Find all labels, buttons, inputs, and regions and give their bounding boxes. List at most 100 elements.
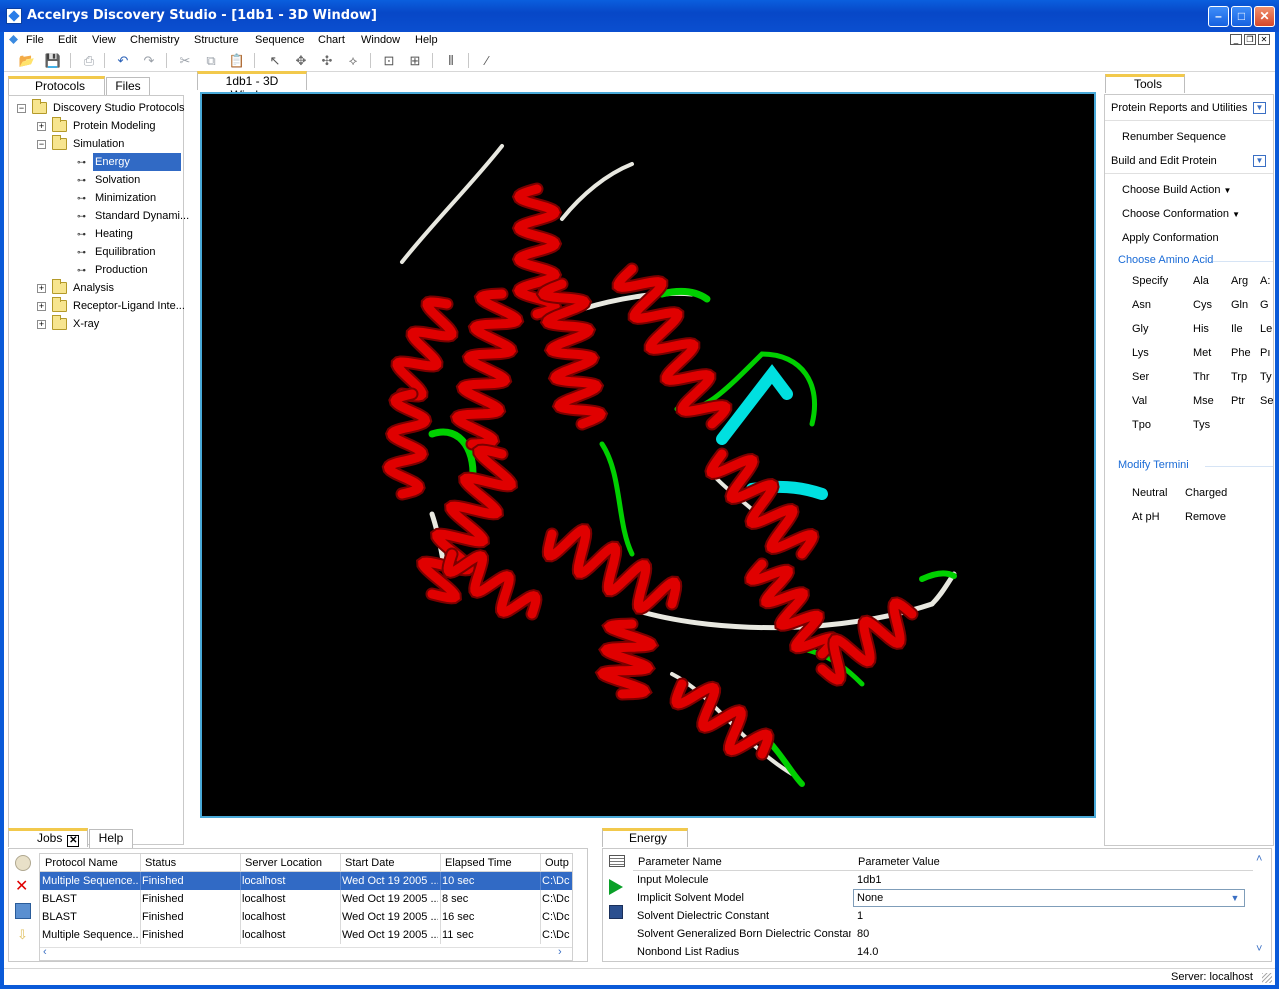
column-header[interactable]: Parameter Name — [638, 853, 838, 871]
amino-acid-button[interactable]: Asn — [1132, 299, 1151, 311]
apply-conformation-link[interactable]: Apply Conformation — [1122, 232, 1219, 244]
parameter-row[interactable]: Solvent Dielectric Constant 1 — [633, 907, 1253, 925]
amino-acid-button[interactable]: His — [1193, 323, 1209, 335]
tree-item[interactable]: + Protein Modeling — [9, 117, 183, 135]
expand-icon[interactable]: + — [37, 320, 46, 329]
section-protein-reports[interactable]: Protein Reports and Utilities — [1111, 102, 1247, 114]
close-button[interactable]: ✕ — [1254, 6, 1275, 27]
amino-acid-button[interactable]: Ser — [1132, 371, 1149, 383]
amino-acid-button[interactable]: Arg — [1231, 275, 1248, 287]
mdi-restore-icon[interactable]: ❐ — [1244, 34, 1256, 45]
tree-item[interactable]: ⊶ Solvation — [9, 171, 183, 189]
amino-acid-button[interactable]: Specify — [1132, 275, 1168, 287]
protein-ribbon-render[interactable] — [202, 94, 1094, 816]
termini-at-ph[interactable]: At pH — [1132, 511, 1160, 523]
column-header[interactable]: Start Date — [345, 854, 439, 872]
close-icon[interactable]: ✕ — [67, 835, 80, 847]
fit-to-screen-icon[interactable]: ⊡ — [380, 52, 398, 69]
copy-icon[interactable]: ⧉ — [202, 52, 220, 69]
download-icon[interactable]: ⇩ — [17, 927, 28, 943]
column-header[interactable]: Outp — [545, 854, 572, 872]
menu-view[interactable]: View — [92, 34, 116, 46]
save-parameters-icon[interactable] — [609, 905, 623, 919]
amino-acid-button[interactable]: Tys — [1193, 419, 1210, 431]
scroll-down-icon[interactable]: ˅ — [1256, 943, 1262, 955]
column-header[interactable]: Protocol Name — [45, 854, 139, 872]
tab-3d-window[interactable]: 1db1 - 3D Window — [197, 71, 307, 102]
redo-icon[interactable]: ↷ — [140, 52, 158, 69]
column-header[interactable]: Parameter Value — [858, 853, 1058, 871]
amino-acid-button[interactable]: Le — [1260, 323, 1272, 335]
collapse-icon[interactable]: ▼ — [1253, 102, 1266, 114]
tree-item[interactable]: − Discovery Studio Protocols — [9, 99, 184, 117]
menu-chart[interactable]: Chart — [318, 34, 345, 46]
implicit-solvent-select[interactable]: None ▼ — [853, 889, 1245, 907]
resize-grip-icon[interactable] — [1262, 973, 1272, 983]
amino-acid-button[interactable]: G — [1260, 299, 1269, 311]
tab-help[interactable]: Help — [89, 829, 133, 848]
translate-icon[interactable]: ✥ — [292, 52, 310, 69]
parameter-row[interactable]: Input Molecule 1db1 — [633, 871, 1253, 889]
parameter-row[interactable]: Solvent Generalized Born Dielectric Cons… — [633, 925, 1253, 943]
select-icon[interactable]: ↖ — [266, 52, 284, 69]
parameters-table-icon[interactable] — [609, 855, 625, 867]
undo-icon[interactable]: ↶ — [114, 52, 132, 69]
tree-item[interactable]: + Receptor-Ligand Inte... — [9, 297, 185, 315]
chevron-down-icon[interactable]: ▼ — [1228, 891, 1242, 905]
vertical-scrollbar[interactable]: ˄ ˅ — [1255, 853, 1267, 959]
server-icon[interactable] — [15, 903, 31, 919]
tab-tools[interactable]: Tools✕ — [1105, 74, 1185, 107]
rotate-icon[interactable]: ✣ — [318, 52, 336, 69]
choose-conformation-dropdown[interactable]: Choose Conformation ▼ — [1122, 208, 1240, 220]
amino-acid-button[interactable]: Ptr — [1231, 395, 1245, 407]
menu-help[interactable]: Help — [415, 34, 438, 46]
expand-icon[interactable]: + — [37, 284, 46, 293]
table-row[interactable]: Multiple Sequence... Finished localhost Wed… — [40, 926, 572, 944]
menu-chemistry[interactable]: Chemistry — [130, 34, 180, 46]
horizontal-scrollbar[interactable]: ‹ › — [40, 946, 572, 960]
tree-item[interactable]: ⊶ Heating — [9, 225, 183, 243]
tree-item[interactable]: ⊶ Energy — [9, 153, 183, 171]
tree-item[interactable]: ⊶ Standard Dynami... — [9, 207, 189, 225]
amino-acid-button[interactable]: Phe — [1231, 347, 1251, 359]
amino-acid-button[interactable]: Thr — [1193, 371, 1210, 383]
parameter-row[interactable]: Implicit Solvent Model None ▼ — [633, 889, 1253, 907]
menu-structure[interactable]: Structure — [194, 34, 239, 46]
amino-acid-button[interactable]: Gln — [1231, 299, 1248, 311]
run-icon[interactable] — [609, 879, 623, 895]
job-status-icon[interactable] — [15, 855, 31, 871]
minimize-button[interactable]: – — [1208, 6, 1229, 27]
tab-protocols[interactable]: Protocols✕ — [8, 76, 105, 109]
amino-acid-button[interactable]: Lys — [1132, 347, 1149, 359]
save-icon[interactable]: 💾 — [44, 52, 62, 69]
amino-acid-button[interactable]: Se — [1260, 395, 1273, 407]
collapse-icon[interactable]: − — [37, 140, 46, 149]
tree-item[interactable]: − Simulation — [9, 135, 183, 153]
tab-files[interactable]: Files — [106, 77, 150, 96]
scroll-up-icon[interactable]: ˄ — [1256, 853, 1262, 865]
amino-acid-button[interactable]: Ile — [1231, 323, 1243, 335]
maximize-button[interactable]: □ — [1231, 6, 1252, 27]
termini-neutral[interactable]: Neutral — [1132, 487, 1167, 499]
sequence-icon[interactable]: ⦀ — [442, 52, 460, 69]
tab-energy[interactable]: Energy✕ — [602, 828, 688, 861]
tree-item[interactable]: ⊶ Minimization — [9, 189, 183, 207]
center-icon[interactable]: ⊞ — [406, 52, 424, 69]
mdi-minimize-icon[interactable]: _ — [1230, 34, 1242, 45]
column-header[interactable]: Server Location — [245, 854, 339, 872]
amino-acid-button[interactable]: Mse — [1193, 395, 1214, 407]
menu-window[interactable]: Window — [361, 34, 400, 46]
amino-acid-button[interactable]: Met — [1193, 347, 1211, 359]
column-header[interactable]: Status — [145, 854, 239, 872]
tree-item[interactable]: + X-ray — [9, 315, 183, 333]
menu-sequence[interactable]: Sequence — [255, 34, 305, 46]
amino-acid-button[interactable]: A: — [1260, 275, 1270, 287]
amino-acid-button[interactable]: Trp — [1231, 371, 1247, 383]
table-row[interactable]: BLAST Finished localhost Wed Oct 19 2005 ..… — [40, 890, 572, 908]
amino-acid-button[interactable]: Cys — [1193, 299, 1212, 311]
amino-acid-button[interactable]: Ty — [1260, 371, 1272, 383]
column-header[interactable]: Elapsed Time — [445, 854, 539, 872]
amino-acid-button[interactable]: Gly — [1132, 323, 1149, 335]
document-icon[interactable] — [8, 34, 20, 46]
magic-wand-icon[interactable]: ⁄ — [478, 52, 496, 69]
